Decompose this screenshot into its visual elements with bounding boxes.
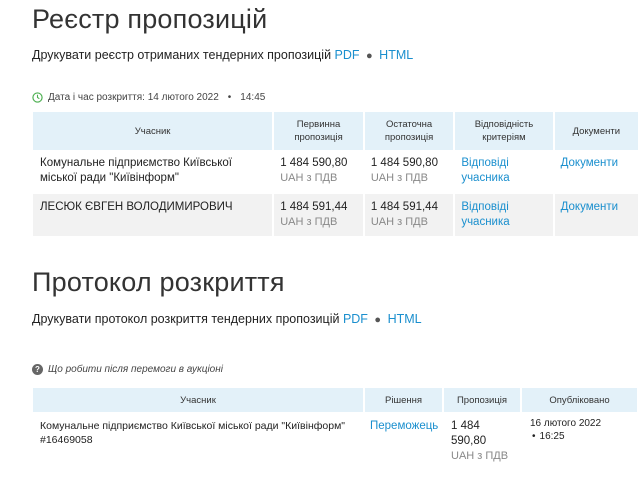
registry-pdf-link[interactable]: PDF xyxy=(335,48,360,62)
protocol-print-label: Друкувати протокол розкриття тендерних п… xyxy=(32,312,340,326)
clock-icon xyxy=(32,92,43,103)
table-row: Комунальне підприємство Київської місько… xyxy=(33,412,637,472)
winner-decision-link[interactable]: Переможець xyxy=(365,412,442,472)
protocol-pdf-link[interactable]: PDF xyxy=(343,312,368,326)
participant-cell: Комунальне підприємство Київської місько… xyxy=(33,412,363,472)
participant-name: Комунальне підприємство Київської місько… xyxy=(40,420,346,432)
question-icon: ? xyxy=(32,364,43,375)
final-offer: 1 484 590,80 UAH з ПДВ xyxy=(365,150,453,194)
bullet-separator: ● xyxy=(374,314,382,326)
table-row: Комунальне підприємство Київської місько… xyxy=(33,150,638,194)
final-offer-unit: UAH з ПДВ xyxy=(370,172,428,184)
offer-cell: 1 484 590,80 UAH з ПДВ xyxy=(444,412,520,472)
col-criteria: Відповідність критеріям xyxy=(455,112,553,150)
table-row: ЛЕСЮК ЄВГЕН ВОЛОДИМИРОВИЧ 1 484 591,44 U… xyxy=(33,194,638,236)
initial-offer: 1 484 590,80 UAH з ПДВ xyxy=(274,150,363,194)
documents-link[interactable]: Документи xyxy=(554,194,638,236)
protocol-html-link[interactable]: HTML xyxy=(388,312,422,326)
col-participant: Учасник xyxy=(33,388,363,412)
initial-offer-unit: UAH з ПДВ xyxy=(280,216,338,228)
participant-name: Комунальне підприємство Київської місько… xyxy=(40,157,232,184)
col-final-offer: Остаточна пропозиція xyxy=(364,112,454,150)
col-participant: Учасник xyxy=(33,112,273,150)
criteria-answers-link[interactable]: Відповіді учасника xyxy=(455,150,552,194)
registry-print-label: Друкувати реєстр отриманих тендерних про… xyxy=(32,48,332,62)
col-decision: Рішення xyxy=(365,388,442,412)
published-time: 16:25 xyxy=(539,431,565,442)
initial-offer: 1 484 591,44 UAH з ПДВ xyxy=(274,194,363,236)
documents-link[interactable]: Документи xyxy=(555,150,638,194)
dot-separator: • xyxy=(227,92,232,103)
offer-amount: 1 484 590,80 xyxy=(451,420,487,447)
final-offer-unit: UAH з ПДВ xyxy=(370,216,428,228)
opening-date: Дата і час розкриття: 14 лютого 2022 • 1… xyxy=(32,92,265,103)
registry-print-line: Друкувати реєстр отриманих тендерних про… xyxy=(32,48,413,62)
protocol-print-line: Друкувати протокол розкриття тендерних п… xyxy=(32,312,422,326)
participant-name: ЛЕСЮК ЄВГЕН ВОЛОДИМИРОВИЧ xyxy=(33,194,273,236)
dot-separator: • xyxy=(532,431,536,442)
participant-code: #16469058 xyxy=(40,434,93,446)
final-offer: 1 484 591,44 UAH з ПДВ xyxy=(364,194,454,236)
bullet-separator: ● xyxy=(366,50,373,62)
published-date: 16 лютого 2022 xyxy=(530,418,602,429)
col-initial-offer: Первинна пропозиція xyxy=(274,112,363,150)
opening-time: 14:45 xyxy=(240,92,266,103)
col-offer: Пропозиція xyxy=(444,388,520,412)
help-link[interactable]: Що робити після перемоги в аукціоні xyxy=(48,364,223,375)
col-published: Опубліковано xyxy=(522,388,637,412)
final-offer-amount: 1 484 591,44 xyxy=(370,201,438,213)
criteria-answers-link[interactable]: Відповіді учасника xyxy=(455,194,553,236)
published-cell: 16 лютого 2022 • 16:25 xyxy=(522,412,637,472)
final-offer-amount: 1 484 590,80 xyxy=(370,157,438,169)
initial-offer-unit: UAH з ПДВ xyxy=(280,172,338,184)
help-note[interactable]: ? Що робити після перемоги в аукціоні xyxy=(32,364,223,375)
registry-table: Учасник Первинна пропозиція Остаточна пр… xyxy=(31,112,640,236)
registry-title: Реєстр пропозицій xyxy=(32,4,268,34)
initial-offer-amount: 1 484 590,80 xyxy=(280,157,348,169)
opening-date-label: Дата і час розкриття: 14 лютого 2022 xyxy=(48,92,219,103)
protocol-table: Учасник Рішення Пропозиція Опубліковано … xyxy=(31,388,639,472)
initial-offer-amount: 1 484 591,44 xyxy=(280,201,348,213)
protocol-title: Протокол розкриття xyxy=(32,267,285,297)
published-time-line: • 16:25 xyxy=(530,430,637,443)
offer-unit: UAH з ПДВ xyxy=(451,450,509,462)
col-documents: Документи xyxy=(554,112,638,150)
registry-html-link[interactable]: HTML xyxy=(379,48,413,62)
